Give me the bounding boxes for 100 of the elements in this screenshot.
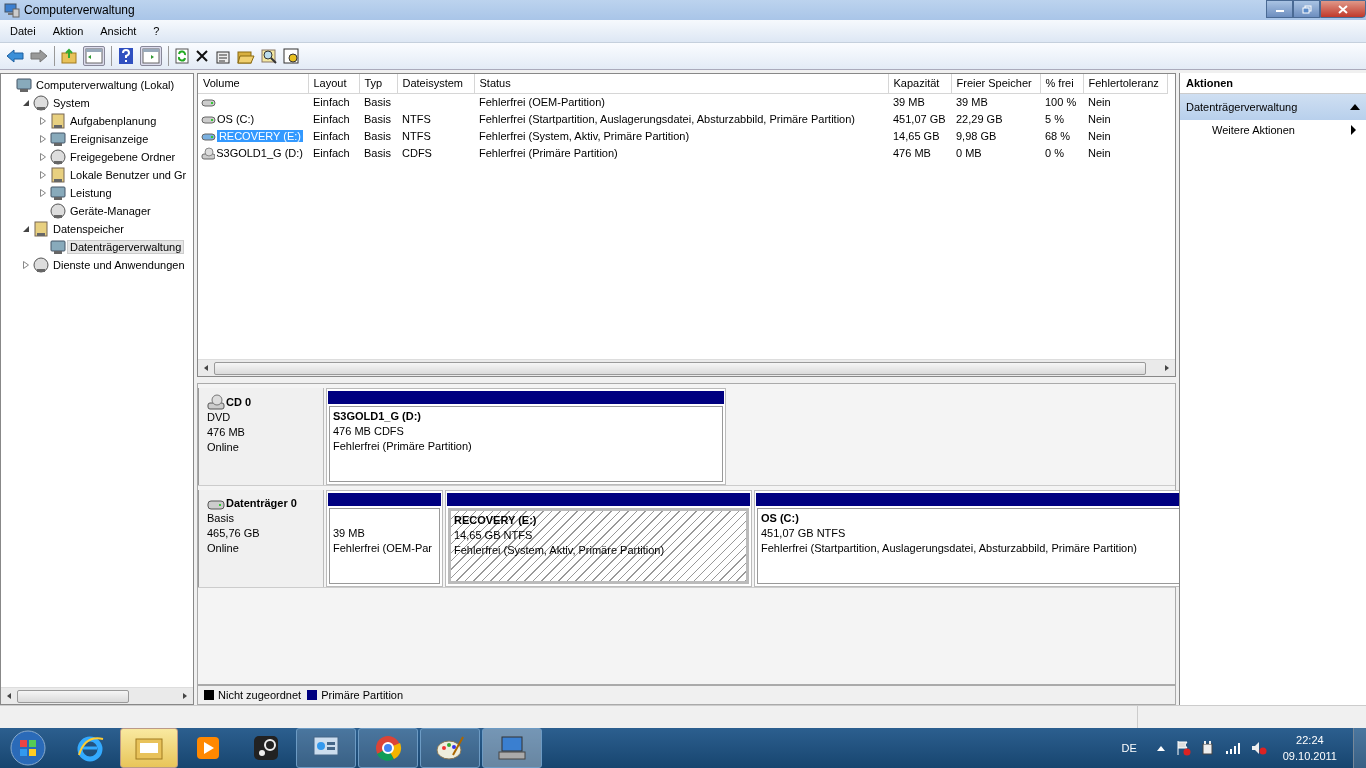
table-cell: 5 %	[1045, 113, 1064, 125]
disk-size: 476 MB	[207, 425, 246, 440]
drive-icon	[207, 499, 225, 511]
restore-icon	[1301, 4, 1312, 14]
tree-item[interactable]: Geräte-Manager	[68, 205, 153, 217]
close-button[interactable]	[1320, 0, 1366, 18]
power-plug-icon[interactable]	[1200, 740, 1215, 756]
tree-item[interactable]: Aufgabenplanung	[68, 115, 159, 127]
language-indicator[interactable]: DE	[1121, 742, 1137, 754]
table-cell: 14,65 GB	[893, 130, 940, 142]
actions-section-header[interactable]: Datenträgerverwaltung	[1180, 94, 1366, 120]
disk-status: Online	[207, 440, 240, 455]
scroll-right-icon[interactable]	[181, 692, 189, 700]
back-arrow-icon[interactable]	[6, 48, 24, 64]
folder-up-icon[interactable]	[61, 48, 77, 64]
table-cell: CDFS	[402, 147, 432, 159]
tree-item[interactable]: Datenträgerverwaltung	[68, 241, 184, 253]
partition-name: OS (C:)	[761, 511, 800, 526]
partition-size: 39 MB	[333, 526, 366, 541]
disk-type: Basis	[207, 511, 235, 526]
collapsed-arrow-icon[interactable]	[22, 261, 30, 269]
column-header[interactable]: Freier Speicher	[951, 74, 1040, 93]
action-pane-icon[interactable]	[140, 46, 162, 66]
column-header[interactable]: Kapazität	[888, 74, 951, 93]
tree-item[interactable]: Datenspeicher	[51, 223, 126, 235]
scroll-left-icon[interactable]	[5, 692, 13, 700]
tree-item[interactable]: Ereignisanzeige	[68, 133, 151, 145]
minimize-button[interactable]	[1266, 0, 1293, 18]
tree-item[interactable]: System	[51, 97, 92, 109]
clock[interactable]: 22:24 09.10.2011	[1282, 732, 1337, 764]
partition-block[interactable]: S3GOLD1_G (D:) 476 MB CDFS Fehlerfrei (Primäre Partition)	[329, 406, 723, 482]
computer-icon	[16, 77, 32, 93]
column-header[interactable]: Volume	[198, 74, 308, 93]
forward-arrow-icon[interactable]	[30, 48, 48, 64]
close-icon	[1338, 4, 1348, 14]
delete-icon[interactable]	[195, 49, 209, 63]
collapsed-arrow-icon[interactable]	[39, 189, 47, 197]
disk-size: 465,76 GB	[207, 526, 261, 541]
collapsed-arrow-icon[interactable]	[39, 153, 47, 161]
collapsed-arrow-icon[interactable]	[39, 171, 47, 179]
menu-item[interactable]: Datei	[0, 25, 43, 37]
table-cell[interactable]: OS (C:)	[217, 113, 255, 125]
partition-block[interactable]: 39 MB Fehlerfrei (OEM-Par	[329, 508, 440, 584]
table-cell: 100 %	[1045, 96, 1077, 108]
settings-icon[interactable]	[283, 48, 299, 64]
column-header[interactable]: Typ	[359, 74, 397, 93]
table-cell: 0 %	[1045, 147, 1064, 159]
expanded-arrow-icon[interactable]	[22, 99, 30, 107]
menu-item[interactable]: Ansicht	[90, 25, 144, 37]
legend-label: Primäre Partition	[321, 689, 404, 701]
table-cell: Basis	[364, 147, 391, 159]
partition-status: Fehlerfrei (Primäre Partition)	[333, 439, 473, 454]
expanded-arrow-icon[interactable]	[22, 225, 30, 233]
action-link[interactable]: Weitere Aktionen	[1180, 120, 1366, 140]
column-header[interactable]: Dateisystem	[397, 74, 474, 93]
signal-bars-icon[interactable]	[1224, 742, 1241, 754]
partition-status: Fehlerfrei (System, Aktiv, Primäre Partition)	[454, 543, 666, 558]
column-header[interactable]: Status	[474, 74, 888, 93]
flag-icon[interactable]	[1174, 740, 1191, 756]
menu-item[interactable]: Aktion	[42, 25, 91, 37]
horizontal-scrollbar[interactable]	[1, 687, 193, 704]
table-cell: 39 MB	[956, 96, 988, 108]
legend-label: Nicht zugeordnet	[218, 689, 302, 701]
tree-item[interactable]: Dienste und Anwendungen	[51, 259, 187, 271]
partition-name: RECOVERY (E:)	[454, 513, 538, 528]
collapsed-arrow-icon[interactable]	[39, 135, 47, 143]
scroll-left-icon[interactable]	[202, 364, 210, 372]
partition-status: Fehlerfrei (Startpartition, Auslagerungsdatei, Absturzabbild, Primäre Partition)	[761, 541, 1138, 556]
clock-date: 09.10.2011	[1282, 749, 1337, 764]
show-hidden-icons-arrow-icon[interactable]	[1156, 745, 1165, 751]
magnifier-icon[interactable]	[261, 48, 277, 64]
maximize-button[interactable]	[1293, 0, 1320, 18]
column-header[interactable]: Fehlertoleranz	[1083, 74, 1167, 93]
tree-item[interactable]: Freigegebene Ordner	[68, 151, 178, 163]
table-cell: NTFS	[402, 113, 431, 125]
partition-size: 451,07 GB NTFS	[761, 526, 847, 541]
disk-status: Online	[207, 541, 240, 556]
tree-item[interactable]: Lokale Benutzer und Gr	[68, 169, 189, 181]
column-header[interactable]: Layout	[308, 74, 359, 93]
table-cell[interactable]: S3GOLD1_G (D:)	[216, 147, 303, 159]
open-folder-icon[interactable]	[237, 48, 255, 64]
volume-muted-icon[interactable]	[1250, 740, 1267, 756]
help-icon[interactable]	[118, 47, 134, 65]
collapsed-arrow-icon[interactable]	[39, 117, 47, 125]
refresh-icon[interactable]	[175, 48, 189, 64]
partition-size: 14,65 GB NTFS	[454, 528, 534, 543]
properties-icon[interactable]	[215, 48, 231, 64]
scroll-right-icon[interactable]	[1163, 364, 1171, 372]
table-cell: Nein	[1088, 147, 1111, 159]
partition-size: 476 MB CDFS	[333, 424, 405, 439]
partition-name: S3GOLD1_G (D:)	[333, 409, 422, 424]
table-cell: Fehlerfrei (Startpartition, Auslagerungsdatei, Absturzabbild, Primäre Partition)	[479, 113, 855, 125]
column-header[interactable]: % frei	[1040, 74, 1083, 93]
menu-item[interactable]: ?	[143, 25, 167, 37]
tree-item[interactable]: Leistung	[68, 187, 114, 199]
pane-toggle-icon[interactable]	[83, 46, 105, 66]
tree-item[interactable]: Computerverwaltung (Lokal)	[34, 79, 177, 91]
horizontal-scrollbar[interactable]	[198, 359, 1175, 376]
partition-block[interactable]: RECOVERY (E:) 14,65 GB NTFS Fehlerfrei (System, Aktiv, Primäre Partition)	[448, 508, 749, 584]
start-button[interactable]	[8, 728, 48, 768]
